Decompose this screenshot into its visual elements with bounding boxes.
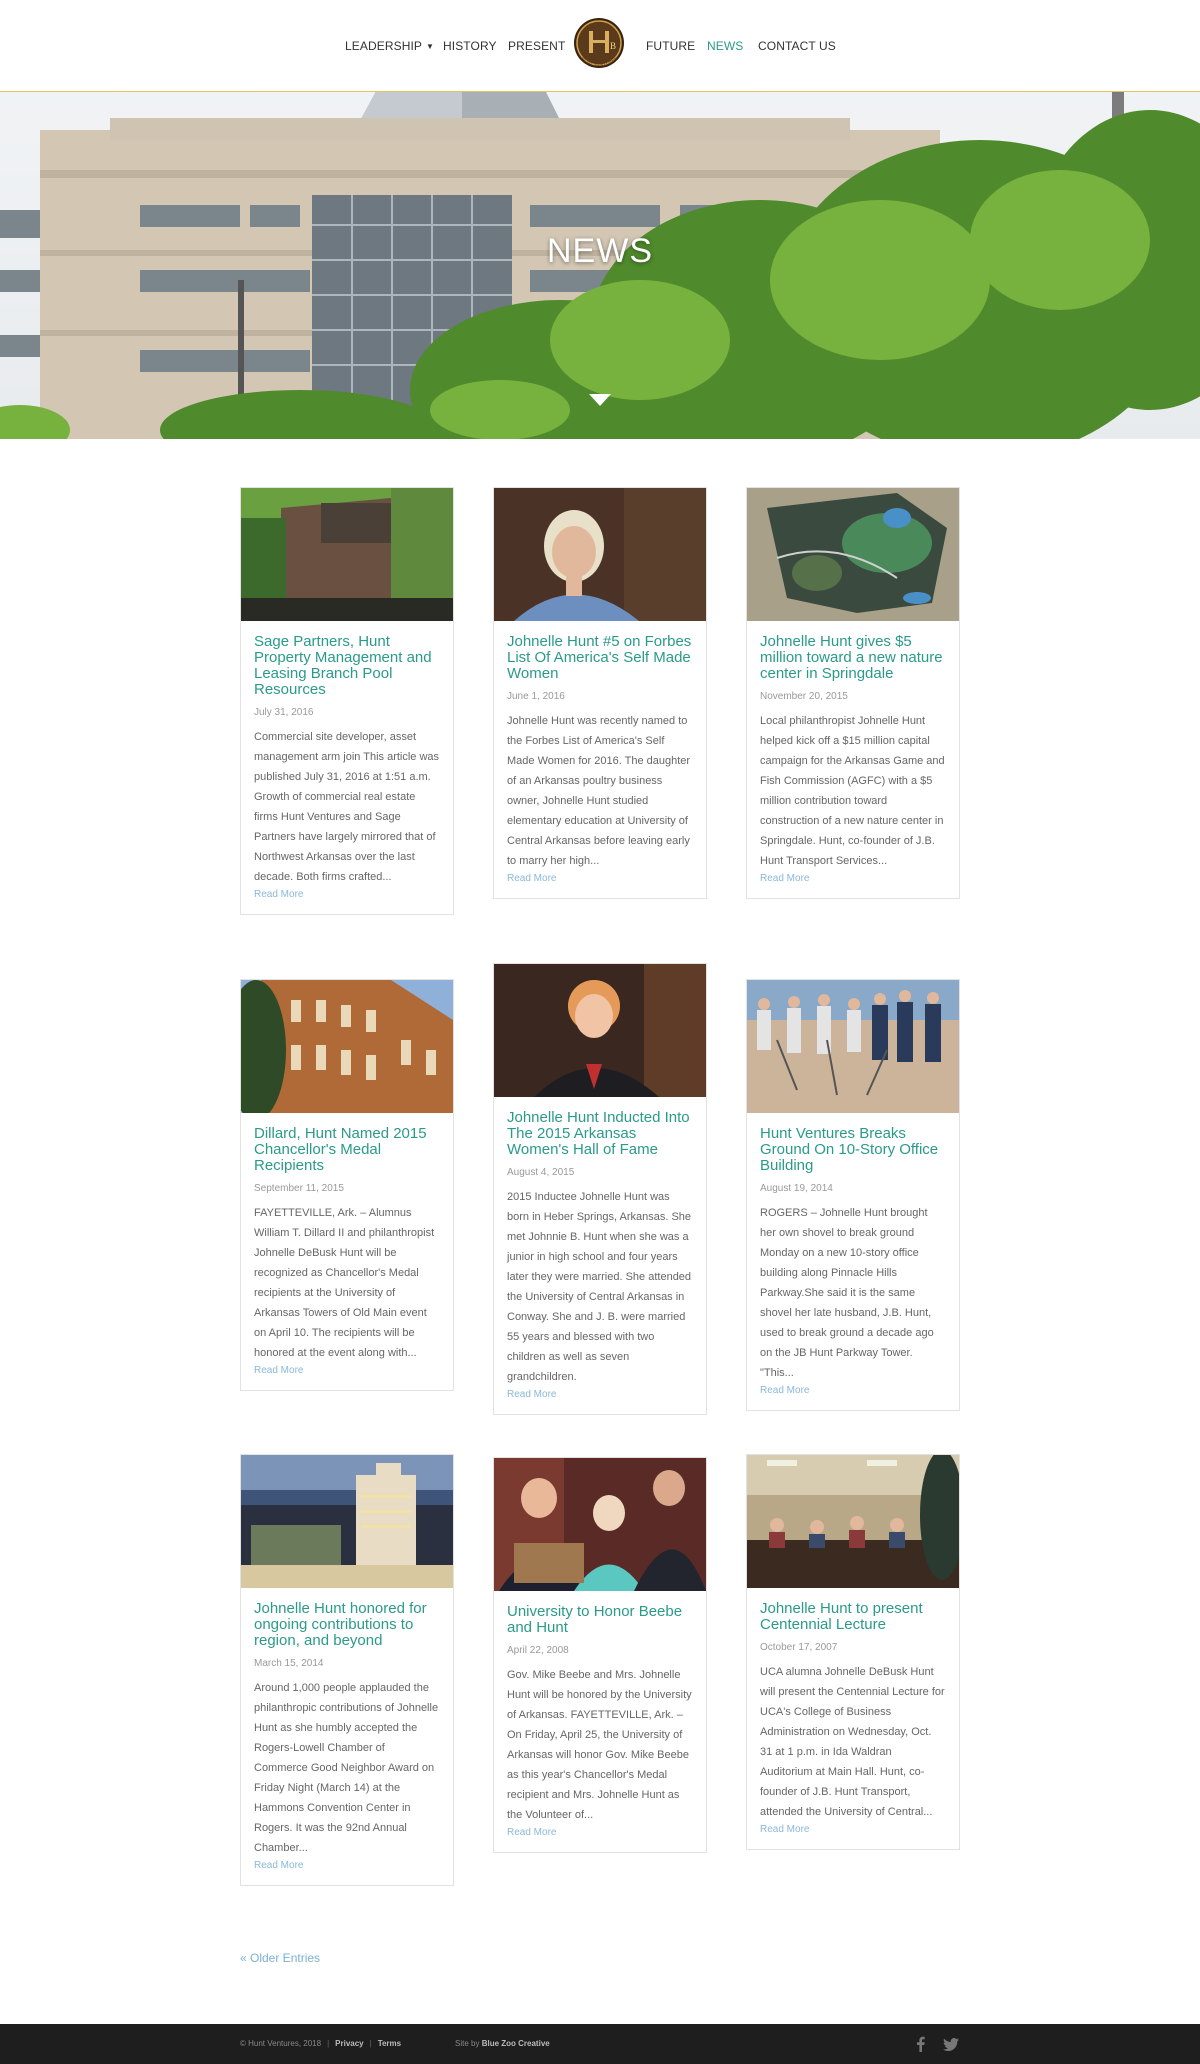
read-more-link[interactable]: Read More xyxy=(254,1860,440,1871)
post-excerpt: 2015 Inductee Johnelle Hunt was born in … xyxy=(507,1191,692,1383)
twitter-icon[interactable] xyxy=(943,2036,959,2052)
site-footer: © Hunt Ventures, 2018 | Privacy | Terms Site… xyxy=(0,2024,1200,2064)
post-excerpt: Gov. Mike Beebe and Mrs. Johnelle Hunt w… xyxy=(507,1669,692,1821)
scroll-down-arrow-icon[interactable] xyxy=(589,394,611,406)
post-thumbnail[interactable] xyxy=(747,1455,959,1588)
post-title-link[interactable]: Johnelle Hunt Inducted Into The 2015 Ark… xyxy=(507,1110,693,1158)
post-thumbnail[interactable] xyxy=(241,980,453,1113)
read-more-link[interactable]: Read More xyxy=(507,1389,693,1400)
hunt-ventures-logo-icon: B HUNT VENTURES xyxy=(574,18,624,69)
hero-banner: NEWS xyxy=(0,92,1200,439)
nav-future[interactable]: FUTURE xyxy=(646,39,695,53)
aerial-map-image xyxy=(747,488,959,621)
post-date: November 20, 2015 xyxy=(760,691,848,702)
post-excerpt: Local philanthropist Johnelle Hunt helpe… xyxy=(760,715,945,867)
post-excerpt: FAYETTEVILLE, Ark. – Alumnus William T. … xyxy=(254,1207,435,1359)
site-header: LEADERSHIP ▼ HISTORY PRESENT FUTURE NEWS … xyxy=(0,0,1200,92)
post-card: Johnelle Hunt gives $5 million toward a … xyxy=(746,487,960,899)
site-logo[interactable]: B HUNT VENTURES xyxy=(572,16,627,78)
read-more-link[interactable]: Read More xyxy=(254,889,440,900)
read-more-link[interactable]: Read More xyxy=(507,873,693,884)
post-thumbnail[interactable] xyxy=(241,1455,453,1588)
post-thumbnail[interactable] xyxy=(747,980,959,1113)
post-title-link[interactable]: Johnelle Hunt to present Centennial Lect… xyxy=(760,1601,946,1633)
post-card: University to Honor Beebe and Hunt April… xyxy=(493,1457,707,1853)
post-excerpt: Around 1,000 people applauded the philan… xyxy=(254,1682,439,1854)
nav-leadership[interactable]: LEADERSHIP ▼ xyxy=(345,39,434,53)
post-excerpt: Commercial site developer, asset managem… xyxy=(254,731,440,883)
post-title-link[interactable]: Hunt Ventures Breaks Ground On 10-Story … xyxy=(760,1126,946,1174)
post-date: June 1, 2016 xyxy=(507,691,565,702)
nav-contact[interactable]: CONTACT US xyxy=(758,39,836,53)
post-excerpt: ROGERS – Johnelle Hunt brought her own s… xyxy=(760,1207,934,1379)
chevron-down-icon: ▼ xyxy=(426,42,435,51)
older-entries-link[interactable]: « Older Entries xyxy=(240,1951,320,1965)
footer-separator: | xyxy=(369,2039,372,2048)
terms-link[interactable]: Terms xyxy=(378,2039,401,2048)
post-card: Johnelle Hunt to present Centennial Lect… xyxy=(746,1454,960,1850)
post-card: Johnelle Hunt honored for ongoing contri… xyxy=(240,1454,454,1886)
old-main-building-image xyxy=(241,980,453,1113)
award-ceremony-image xyxy=(494,1458,706,1591)
post-date: October 17, 2007 xyxy=(760,1642,838,1653)
post-date: April 22, 2008 xyxy=(507,1645,569,1656)
building-wall-image xyxy=(241,488,453,621)
post-title-link[interactable]: University to Honor Beebe and Hunt xyxy=(507,1604,693,1636)
post-thumbnail[interactable] xyxy=(241,488,453,621)
footer-copyright: © Hunt Ventures, 2018 | Privacy | Terms xyxy=(240,2039,401,2048)
page-title: NEWS xyxy=(547,232,653,270)
svg-text:B: B xyxy=(610,41,616,51)
post-card: Dillard, Hunt Named 2015 Chancellor's Me… xyxy=(240,979,454,1391)
groundbreaking-photo-image xyxy=(747,980,959,1113)
facebook-icon[interactable] xyxy=(913,2036,929,2052)
post-thumbnail[interactable] xyxy=(494,964,706,1097)
footer-separator: | xyxy=(327,2039,330,2048)
post-card: Hunt Ventures Breaks Ground On 10-Story … xyxy=(746,979,960,1411)
post-title-link[interactable]: Johnelle Hunt #5 on Forbes List Of Ameri… xyxy=(507,634,693,682)
read-more-link[interactable]: Read More xyxy=(507,1827,693,1838)
post-title-link[interactable]: Johnelle Hunt gives $5 million toward a … xyxy=(760,634,946,682)
post-title-link[interactable]: Johnelle Hunt honored for ongoing contri… xyxy=(254,1601,440,1649)
post-excerpt: Johnelle Hunt was recently named to the … xyxy=(507,715,691,867)
post-card: Johnelle Hunt Inducted Into The 2015 Ark… xyxy=(493,963,707,1415)
post-title-link[interactable]: Dillard, Hunt Named 2015 Chancellor's Me… xyxy=(254,1126,440,1174)
privacy-link[interactable]: Privacy xyxy=(335,2039,363,2048)
read-more-link[interactable]: Read More xyxy=(254,1365,440,1376)
read-more-link[interactable]: Read More xyxy=(760,1824,946,1835)
post-date: August 4, 2015 xyxy=(507,1167,575,1178)
read-more-link[interactable]: Read More xyxy=(760,873,946,884)
post-date: September 11, 2015 xyxy=(254,1183,344,1194)
post-date: August 19, 2014 xyxy=(760,1183,833,1194)
post-thumbnail[interactable] xyxy=(494,488,706,621)
portrait-photo-image xyxy=(494,488,706,621)
site-by-label: Site by xyxy=(455,2039,480,2048)
nav-history[interactable]: HISTORY xyxy=(443,39,497,53)
post-thumbnail[interactable] xyxy=(747,488,959,621)
post-title-link[interactable]: Sage Partners, Hunt Property Management … xyxy=(254,634,440,698)
city-skyline-image xyxy=(241,1455,453,1588)
post-card: Sage Partners, Hunt Property Management … xyxy=(240,487,454,915)
nav-present[interactable]: PRESENT xyxy=(508,39,565,53)
post-card: Johnelle Hunt #5 on Forbes List Of Ameri… xyxy=(493,487,707,899)
nav-leadership-label: LEADERSHIP xyxy=(345,39,423,53)
post-date: March 15, 2014 xyxy=(254,1658,324,1669)
copyright-text: © Hunt Ventures, 2018 xyxy=(240,2039,322,2048)
agency-link[interactable]: Blue Zoo Creative xyxy=(482,2039,550,2048)
footer-credit: Site by Blue Zoo Creative xyxy=(455,2039,550,2048)
post-excerpt: UCA alumna Johnelle DeBusk Hunt will pre… xyxy=(760,1666,945,1818)
lecture-room-image xyxy=(747,1455,959,1588)
nav-news[interactable]: NEWS xyxy=(707,39,743,53)
portrait-photo-image xyxy=(494,964,706,1097)
read-more-link[interactable]: Read More xyxy=(760,1385,946,1396)
post-thumbnail[interactable] xyxy=(494,1458,706,1591)
post-date: July 31, 2016 xyxy=(254,707,314,718)
